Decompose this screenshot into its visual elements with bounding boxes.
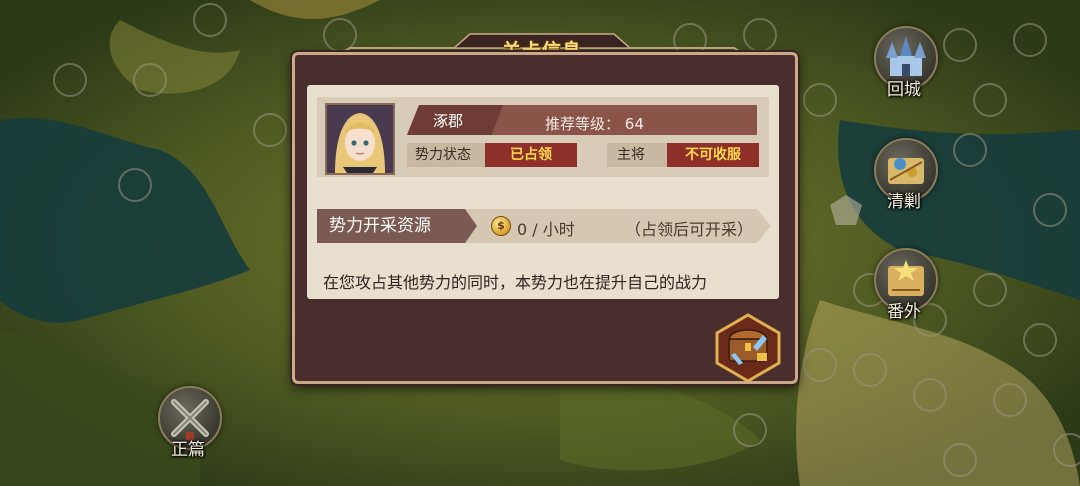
resource-note: （占领后可开采）: [625, 220, 754, 239]
resource-rate: 0 / 小时: [517, 220, 575, 239]
info-panel: 涿郡 推荐等级： 64 势力状态 已占领 主将 不可收服 势力开采资源 $ 0 …: [307, 85, 779, 299]
side-story-label: 番外: [887, 302, 921, 322]
treasure-chest-button[interactable]: [713, 313, 783, 383]
faction-status-value: 已占领: [485, 143, 577, 167]
clear-button[interactable]: 清剿: [866, 136, 942, 212]
stage-name: 涿郡: [433, 112, 464, 130]
return-city-label: 回城: [887, 80, 921, 100]
gold-coin-icon: $: [491, 216, 511, 236]
resource-label: 势力开采资源: [317, 209, 477, 243]
side-story-button[interactable]: 番外: [866, 246, 942, 322]
stage-description: 在您攻占其他势力的同时，本势力也在提升自己的战力: [323, 273, 708, 292]
general-portrait[interactable]: [325, 103, 395, 175]
clear-label: 清剿: [887, 192, 921, 212]
stage-info-dialog: 涿郡 推荐等级： 64 势力状态 已占领 主将 不可收服 势力开采资源 $ 0 …: [292, 52, 798, 384]
treasure-chest-icon: [715, 313, 781, 383]
main-story-label: 正篇: [171, 440, 205, 460]
return-city-button[interactable]: 回城: [866, 24, 942, 100]
recommended-level-value: 64: [624, 115, 644, 133]
recommended-level-label: 推荐等级：: [545, 115, 621, 133]
faction-status-label: 势力状态: [407, 143, 485, 167]
recommended-level: 推荐等级： 64: [545, 113, 644, 134]
resource-bar: 势力开采资源 $ 0 / 小时 （占领后可开采）: [317, 209, 771, 243]
general-value: 不可收服: [667, 143, 759, 167]
hero-card: 涿郡 推荐等级： 64 势力状态 已占领 主将 不可收服: [317, 97, 769, 177]
main-story-button[interactable]: 正篇: [150, 384, 226, 460]
general-label: 主将: [607, 143, 667, 167]
